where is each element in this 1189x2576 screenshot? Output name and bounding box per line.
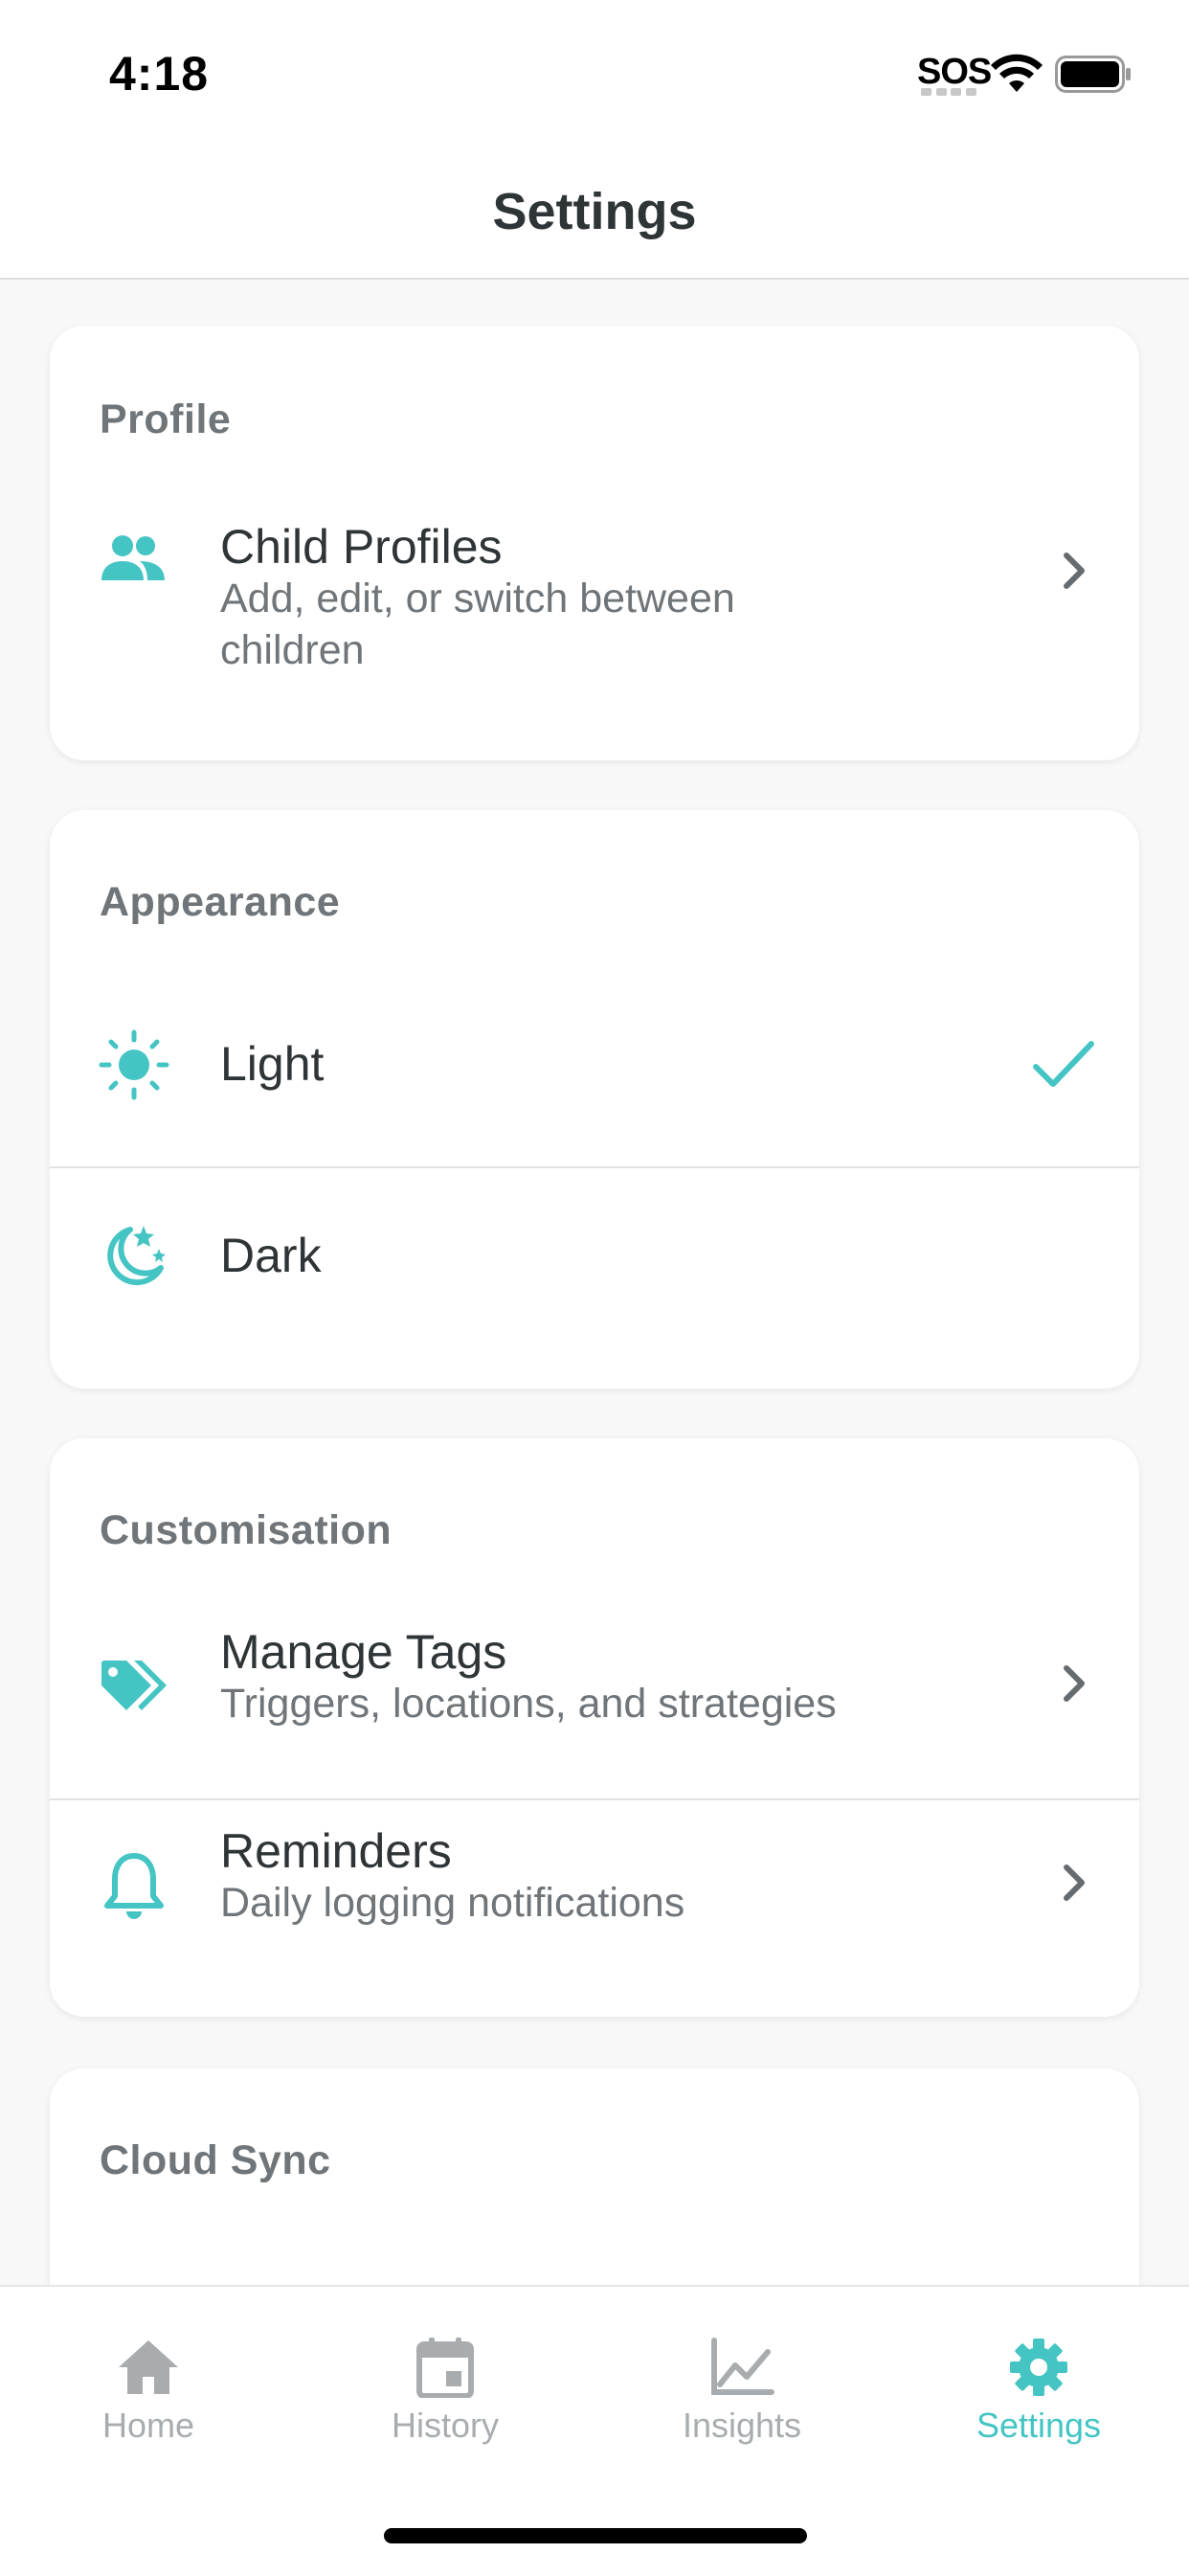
wifi-icon bbox=[991, 54, 1043, 92]
tab-label: Insights bbox=[682, 2406, 802, 2445]
row-subtitle: Daily logging notifications bbox=[220, 1880, 685, 1926]
page-title: Settings bbox=[492, 183, 697, 240]
row-subtitle: Add, edit, or switch between children bbox=[220, 576, 735, 673]
tab-home[interactable]: Home bbox=[0, 2337, 297, 2480]
navigation-bar: Settings bbox=[0, 144, 1189, 280]
appearance-card: Appearance Light Dark bbox=[50, 810, 1139, 1389]
theme-light-row[interactable]: Light bbox=[50, 977, 1139, 1164]
child-profiles-row[interactable]: Child Profiles Add, edit, or switch betw… bbox=[50, 498, 1139, 760]
sun-icon bbox=[99, 1029, 169, 1100]
chart-line-icon bbox=[711, 2338, 774, 2395]
row-title: Reminders bbox=[220, 1824, 452, 1878]
home-indicator[interactable] bbox=[384, 2528, 807, 2543]
section-title-appearance: Appearance bbox=[100, 879, 341, 925]
sos-indicator: SOS bbox=[917, 52, 992, 92]
theme-dark-row[interactable]: Dark bbox=[50, 1168, 1139, 1389]
bell-icon bbox=[104, 1853, 164, 1919]
row-title: Light bbox=[220, 1037, 325, 1091]
battery-full-icon bbox=[1055, 56, 1131, 93]
profile-card: Profile Child Profiles Add, edit, or swi… bbox=[50, 326, 1139, 760]
row-subtitle: Triggers, locations, and strategies bbox=[220, 1681, 837, 1727]
row-title: Child Profiles bbox=[220, 520, 503, 574]
reminders-row[interactable]: Reminders Daily logging notifications bbox=[50, 1800, 1139, 2017]
tab-settings[interactable]: Settings bbox=[890, 2337, 1187, 2480]
manage-tags-row[interactable]: Manage Tags Triggers, locations, and str… bbox=[50, 1601, 1139, 1798]
people-icon bbox=[101, 535, 165, 580]
tab-label: Home bbox=[101, 2406, 195, 2445]
tags-icon bbox=[101, 1661, 167, 1710]
row-title: Dark bbox=[220, 1229, 322, 1282]
status-time: 4:18 bbox=[109, 47, 210, 101]
tab-label: History bbox=[391, 2406, 499, 2445]
home-icon bbox=[119, 2340, 178, 2394]
calendar-icon bbox=[416, 2338, 474, 2398]
moon-stars-icon bbox=[107, 1226, 166, 1286]
row-title: Manage Tags bbox=[220, 1625, 507, 1679]
tab-insights[interactable]: Insights bbox=[594, 2337, 890, 2480]
section-title-profile: Profile bbox=[100, 396, 232, 442]
status-bar: 4:18 SOS bbox=[0, 0, 1189, 144]
section-title-cloud-sync: Cloud Sync bbox=[100, 2137, 331, 2183]
tab-label: Settings bbox=[976, 2406, 1102, 2445]
chevron-right-icon bbox=[1064, 1665, 1085, 1702]
signal-dots bbox=[921, 88, 976, 96]
tab-history[interactable]: History bbox=[297, 2337, 594, 2480]
gear-icon bbox=[1010, 2339, 1067, 2396]
chevron-right-icon bbox=[1064, 553, 1085, 589]
section-title-customisation: Customisation bbox=[100, 1507, 393, 1553]
checkmark-icon bbox=[1033, 1041, 1094, 1087]
customisation-card: Customisation Manage Tags Triggers, loca… bbox=[50, 1438, 1139, 2017]
chevron-right-icon bbox=[1064, 1864, 1085, 1901]
